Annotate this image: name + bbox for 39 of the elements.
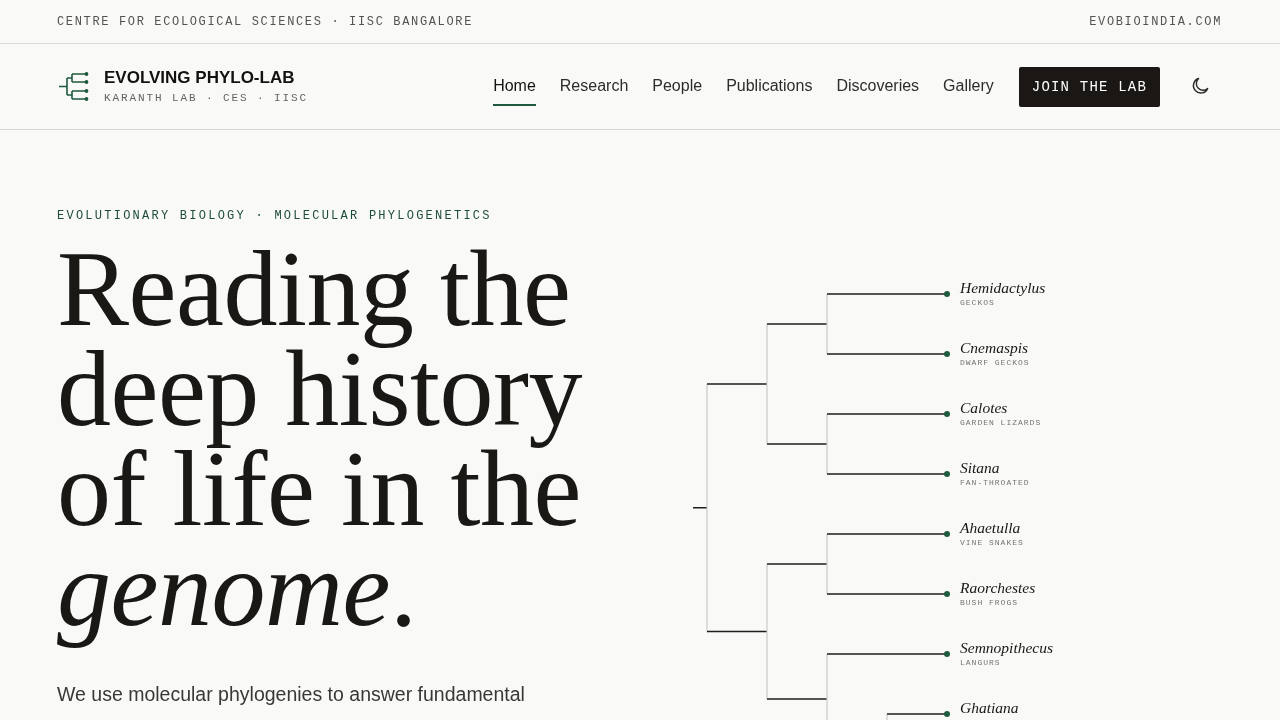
nav-link[interactable]: People <box>652 67 703 106</box>
taxon-common-name: LANGURS <box>960 657 1001 669</box>
moon-icon[interactable] <box>1191 77 1210 96</box>
join-button[interactable]: JOIN THE LAB <box>1018 66 1160 107</box>
node-dot-icon <box>944 471 950 477</box>
institution-label: CENTRE FOR ECOLOGICAL SCIENCES · IISC BANGALORE <box>57 13 473 30</box>
node-dot-icon <box>944 591 950 597</box>
tree-logo-icon[interactable] <box>58 72 90 101</box>
taxon-common-name: DWARF GECKOS <box>960 357 1030 369</box>
site-title: EVOLVING PHYLO-LAB <box>104 68 296 88</box>
node-dot-icon <box>944 711 950 717</box>
taxon-name: Calotes <box>960 399 1008 417</box>
node-dot-icon <box>944 291 950 297</box>
node-dot-icon <box>944 651 950 657</box>
taxon-common-name: BUSH FROGS <box>960 597 1018 609</box>
nav-link[interactable]: Gallery <box>943 67 994 106</box>
taxon-common-name: GARDEN LIZARDS <box>960 417 1042 429</box>
hero-description: We use molecular phylogenies to answer fundamental <box>57 682 526 707</box>
taxon-common-name: GECKOS <box>960 297 995 309</box>
taxon-common-name: VINE SNAKES <box>960 537 1024 549</box>
taxon-common-name: FAN-THROATED <box>960 477 1030 489</box>
taxon-name: Sitana <box>960 459 1000 477</box>
node-dot-icon <box>944 531 950 537</box>
website-link[interactable]: EVOBIOINDIA.COM <box>1089 13 1222 30</box>
taxon-name: Ghatiana <box>960 699 1019 717</box>
node-dot-icon <box>944 351 950 357</box>
taxon-name: Cnemaspis <box>960 339 1029 357</box>
hero-heading: Reading the deep history of life in the genome. <box>57 239 583 650</box>
node-dot-icon <box>944 411 950 417</box>
taxon-name: Semnopithecus <box>960 639 1053 657</box>
taxon-name: Ahaetulla <box>960 519 1021 537</box>
taxon-name: Raorchestes <box>960 579 1036 597</box>
nav-link[interactable]: Publications <box>726 67 813 106</box>
taxon-name: Hemidactylus <box>960 279 1046 297</box>
site-subtitle: KARANTH LAB · CES · IISC <box>104 91 309 105</box>
nav-link[interactable]: Research <box>559 67 629 106</box>
section-kicker: EVOLUTIONARY BIOLOGY · MOLECULAR PHYLOGENETICS <box>57 208 493 224</box>
nav-link[interactable]: Home <box>493 67 536 106</box>
nav-link[interactable]: Discoveries <box>836 67 920 106</box>
